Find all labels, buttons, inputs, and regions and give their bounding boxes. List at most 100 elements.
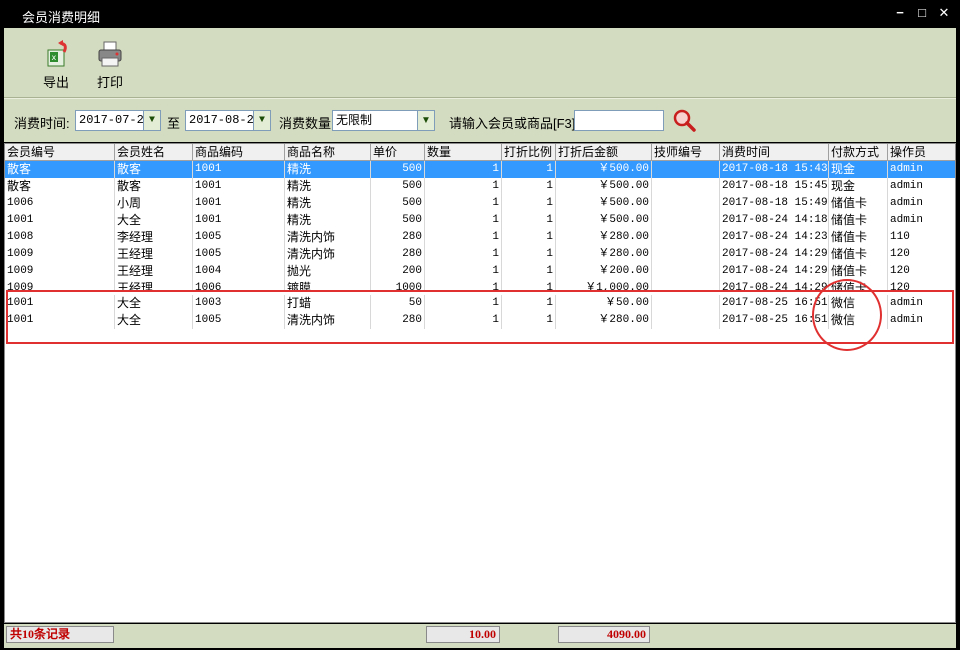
col-product-name[interactable]: 商品名称 xyxy=(285,144,371,161)
cell-payment-method: 储值卡 xyxy=(829,229,888,246)
cell-quantity: 1 xyxy=(425,312,502,329)
table-row[interactable]: 散客 散客 1001 精洗 500 1 1 ￥500.00 2017-08-18… xyxy=(5,178,955,195)
col-product-code[interactable]: 商品编码 xyxy=(193,144,285,161)
to-label: 至 xyxy=(167,116,181,131)
cell-operator: admin xyxy=(888,212,955,229)
table-row[interactable]: 1009 王经理 1004 抛光 200 1 1 ￥200.00 2017-08… xyxy=(5,263,955,280)
cell-product-code: 1005 xyxy=(193,229,285,246)
cell-operator: admin xyxy=(888,161,955,178)
search-input[interactable] xyxy=(574,110,664,131)
cell-member-id: 1008 xyxy=(5,229,115,246)
cell-consume-time: 2017-08-25 16:51:5 xyxy=(720,312,829,329)
cell-tech-id xyxy=(652,295,720,312)
cell-member-name: 散客 xyxy=(115,161,193,178)
cell-tech-id xyxy=(652,195,720,212)
minimize-button[interactable]: − xyxy=(892,5,908,21)
chevron-down-icon[interactable]: ▼ xyxy=(253,111,270,130)
cell-tech-id xyxy=(652,246,720,263)
cell-discounted-amount: ￥50.00 xyxy=(556,295,652,312)
cell-operator: admin xyxy=(888,195,955,212)
table-row[interactable]: 1009 王经理 1005 清洗内饰 280 1 1 ￥280.00 2017-… xyxy=(5,246,955,263)
cell-payment-method: 储值卡 xyxy=(829,263,888,280)
chevron-down-icon[interactable]: ▼ xyxy=(143,111,160,130)
cell-member-id: 1001 xyxy=(5,212,115,229)
col-consume-time[interactable]: 消费时间 xyxy=(720,144,829,161)
col-quantity[interactable]: 数量 xyxy=(425,144,502,161)
qty-label: 消费数量 xyxy=(279,116,332,131)
table-row[interactable]: 散客 散客 1001 精洗 500 1 1 ￥500.00 2017-08-18… xyxy=(5,161,955,178)
cell-quantity: 1 xyxy=(425,246,502,263)
cell-member-id: 散客 xyxy=(5,178,115,195)
chevron-down-icon[interactable]: ▼ xyxy=(417,111,434,130)
cell-unit-price: 280 xyxy=(371,312,425,329)
cell-discount-rate: 1 xyxy=(502,195,556,212)
magnifier-icon[interactable] xyxy=(672,108,696,132)
cell-payment-method: 微信 xyxy=(829,295,888,312)
export-button[interactable]: x 导出 xyxy=(32,40,80,92)
col-discount-rate[interactable]: 打折比例 xyxy=(502,144,556,161)
print-label: 打印 xyxy=(96,75,123,90)
cell-quantity: 1 xyxy=(425,178,502,195)
cell-tech-id xyxy=(652,312,720,329)
qty-value: 无限制 xyxy=(336,113,373,127)
table-row[interactable]: 1006 小周 1001 精洗 500 1 1 ￥500.00 2017-08-… xyxy=(5,195,955,212)
consumption-table: 会员编号 会员姓名 商品编码 商品名称 单价 数量 打折比例 打折后金额 技师编… xyxy=(4,143,956,623)
cell-product-code: 1001 xyxy=(193,195,285,212)
cell-product-name: 抛光 xyxy=(285,263,371,280)
title-bar: 会员消费明细 − □ ✕ xyxy=(0,0,960,27)
cell-tech-id xyxy=(652,161,720,178)
cell-product-code: 1003 xyxy=(193,295,285,312)
excel-export-icon: x xyxy=(47,40,67,67)
cell-tech-id xyxy=(652,280,720,290)
cell-tech-id xyxy=(652,229,720,246)
print-button[interactable]: 打印 xyxy=(86,40,134,92)
cell-operator: 120 xyxy=(888,263,955,280)
cell-member-id: 1001 xyxy=(5,295,115,312)
cell-unit-price: 500 xyxy=(371,195,425,212)
cell-unit-price: 280 xyxy=(371,246,425,263)
cell-discounted-amount: ￥280.00 xyxy=(556,229,652,246)
cell-discounted-amount: ￥500.00 xyxy=(556,178,652,195)
cell-operator: 120 xyxy=(888,246,955,263)
cell-operator: admin xyxy=(888,312,955,329)
table-row[interactable]: 1001 大全 1005 清洗内饰 280 1 1 ￥280.00 2017-0… xyxy=(5,312,955,329)
col-member-name[interactable]: 会员姓名 xyxy=(115,144,193,161)
start-date-picker[interactable]: 2017-07-26 ▼ xyxy=(75,110,161,131)
table-row[interactable]: 1001 大全 1003 打蜡 50 1 1 ￥50.00 2017-08-25… xyxy=(5,295,955,312)
cell-member-name: 散客 xyxy=(115,178,193,195)
col-payment-method[interactable]: 付款方式 xyxy=(829,144,888,161)
cell-unit-price: 1000 xyxy=(371,280,425,290)
col-member-id[interactable]: 会员编号 xyxy=(5,144,115,161)
cell-consume-time: 2017-08-24 14:29:4 xyxy=(720,263,829,280)
cell-member-id: 1009 xyxy=(5,263,115,280)
col-unit-price[interactable]: 单价 xyxy=(371,144,425,161)
col-operator[interactable]: 操作员 xyxy=(888,144,955,161)
close-button[interactable]: ✕ xyxy=(936,5,952,21)
cell-consume-time: 2017-08-24 14:29:4 xyxy=(720,280,829,290)
cell-discount-rate: 1 xyxy=(502,280,556,290)
cell-product-name: 精洗 xyxy=(285,178,371,195)
cell-discount-rate: 1 xyxy=(502,161,556,178)
svg-text:x: x xyxy=(52,53,57,62)
window-title: 会员消费明细 xyxy=(22,10,101,25)
cell-tech-id xyxy=(652,212,720,229)
cell-product-code: 1005 xyxy=(193,246,285,263)
cell-discounted-amount: ￥500.00 xyxy=(556,195,652,212)
total-amount: 4090.00 xyxy=(558,626,650,643)
qty-select[interactable]: 无限制 ▼ xyxy=(332,110,435,131)
maximize-button[interactable]: □ xyxy=(914,5,930,21)
table-row[interactable]: 1009 王经理 1006 镀膜 1000 1 1 ￥1,000.00 2017… xyxy=(5,280,955,290)
col-tech-id[interactable]: 技师编号 xyxy=(652,144,720,161)
search-label: 请输入会员或商品[F3] xyxy=(449,116,576,131)
col-discounted-amount[interactable]: 打折后金额 xyxy=(556,144,652,161)
cell-discount-rate: 1 xyxy=(502,263,556,280)
table-row[interactable]: 1001 大全 1001 精洗 500 1 1 ￥500.00 2017-08-… xyxy=(5,212,955,229)
cell-discounted-amount: ￥280.00 xyxy=(556,312,652,329)
window-controls: − □ ✕ xyxy=(892,5,952,21)
cell-unit-price: 500 xyxy=(371,212,425,229)
cell-discount-rate: 1 xyxy=(502,212,556,229)
cell-consume-time: 2017-08-25 16:51:5 xyxy=(720,295,829,312)
end-date-picker[interactable]: 2017-08-26 ▼ xyxy=(185,110,271,131)
table-row[interactable]: 1008 李经理 1005 清洗内饰 280 1 1 ￥280.00 2017-… xyxy=(5,229,955,246)
cell-payment-method: 储值卡 xyxy=(829,195,888,212)
